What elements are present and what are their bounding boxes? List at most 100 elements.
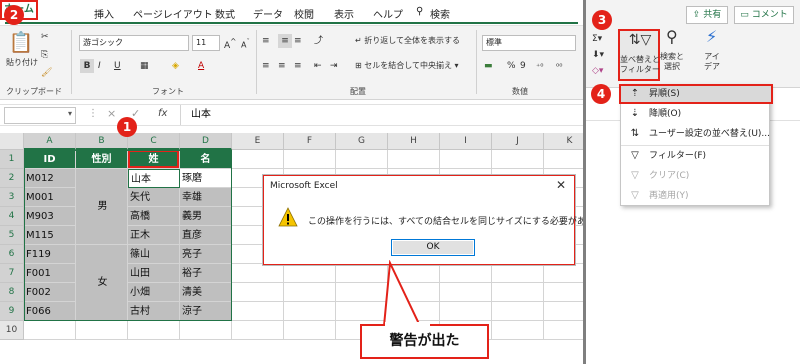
currency-icon[interactable]: ▬ <box>484 59 493 73</box>
empty-cell[interactable] <box>492 283 544 302</box>
percent-button[interactable]: % <box>507 59 516 73</box>
align-bottom-icon[interactable]: ≡ <box>294 34 302 48</box>
ok-button[interactable]: OK <box>391 239 475 256</box>
empty-cell[interactable] <box>180 321 232 340</box>
comma-button[interactable]: 9 <box>520 59 526 73</box>
table-cell[interactable]: F001 <box>24 264 76 283</box>
format-painter-icon[interactable]: 🖌 <box>41 66 52 80</box>
table-cell[interactable]: M903 <box>24 207 76 226</box>
tab-review[interactable]: 校閲 <box>294 6 314 21</box>
ideas-icon[interactable]: ⚡ <box>706 29 717 45</box>
function-icon[interactable]: fx <box>158 108 167 119</box>
row-header[interactable]: 4 <box>0 207 24 226</box>
table-cell[interactable]: 琢磨 <box>180 169 232 188</box>
table-cell[interactable]: 正木 <box>128 226 180 245</box>
row-header[interactable]: 6 <box>0 245 24 264</box>
tab-formulas[interactable]: 数式 <box>215 6 235 21</box>
menu-item-sort-ascending[interactable]: ⇡ 昇順(S) <box>619 84 773 104</box>
find-icon[interactable]: ⚲ <box>666 29 678 45</box>
align-center-icon[interactable]: ≡ <box>278 59 286 73</box>
empty-cell[interactable] <box>492 150 544 169</box>
table-cell[interactable]: 清美 <box>180 283 232 302</box>
increase-decimal-icon[interactable]: ⁺⁰ <box>536 60 543 74</box>
tab-help[interactable]: ヘルプ <box>373 6 403 21</box>
table-cell[interactable]: 高橋 <box>128 207 180 226</box>
column-header-g[interactable]: G <box>336 133 388 150</box>
cancel-icon[interactable]: × <box>107 107 116 120</box>
border-icon[interactable]: ▦ <box>140 59 149 73</box>
column-header-f[interactable]: F <box>284 133 336 150</box>
menu-item-custom-sort[interactable]: ⇅ ユーザー設定の並べ替え(U)... <box>621 124 770 144</box>
table-cell[interactable]: 義男 <box>180 207 232 226</box>
font-name-select[interactable]: 游ゴシック <box>79 35 189 51</box>
fill-icon[interactable]: ⬇▾ <box>592 48 604 62</box>
empty-cell[interactable] <box>284 302 336 321</box>
header-cell[interactable]: ID <box>24 150 76 169</box>
copy-icon[interactable]: ⎘ <box>41 48 48 62</box>
empty-cell[interactable] <box>492 302 544 321</box>
share-button[interactable]: ⇪ 共有 <box>686 6 728 24</box>
align-middle-icon[interactable]: ≡ <box>278 34 292 48</box>
column-header-i[interactable]: I <box>440 133 492 150</box>
table-cell[interactable]: 山本 <box>128 169 180 188</box>
table-cell[interactable]: F002 <box>24 283 76 302</box>
row-header[interactable]: 1 <box>0 150 24 169</box>
row-header[interactable]: 2 <box>0 169 24 188</box>
sort-filter-button[interactable]: ⇅▽ 並べ替えと フィルター <box>618 29 660 81</box>
row-header[interactable]: 7 <box>0 264 24 283</box>
table-cell[interactable]: M115 <box>24 226 76 245</box>
table-cell[interactable]: 亮子 <box>180 245 232 264</box>
table-cell[interactable]: 山田 <box>128 264 180 283</box>
table-cell[interactable]: M012 <box>24 169 76 188</box>
column-header-a[interactable]: A <box>24 133 76 150</box>
font-shrink-button[interactable]: Aˇ <box>241 35 250 53</box>
column-header-j[interactable]: J <box>492 133 544 150</box>
empty-cell[interactable] <box>492 264 544 283</box>
column-header-h[interactable]: H <box>388 133 440 150</box>
table-cell[interactable]: 裕子 <box>180 264 232 283</box>
orientation-icon[interactable]: ⤴ <box>314 34 323 48</box>
menu-item-filter[interactable]: ▽ フィルター(F) <box>621 146 769 166</box>
empty-cell[interactable] <box>284 321 336 340</box>
row-header[interactable]: 9 <box>0 302 24 321</box>
fill-color-icon[interactable]: ◈ <box>172 59 179 73</box>
empty-cell[interactable] <box>336 150 388 169</box>
number-format-select[interactable]: 標準 <box>482 35 576 51</box>
row-header[interactable]: 3 <box>0 188 24 207</box>
header-cell[interactable]: 名 <box>180 150 232 169</box>
table-cell[interactable]: 篠山 <box>128 245 180 264</box>
search-icon[interactable]: ⚲ <box>416 6 423 17</box>
empty-cell[interactable] <box>232 302 284 321</box>
empty-cell[interactable] <box>440 150 492 169</box>
tab-insert[interactable]: 挿入 <box>94 6 114 21</box>
formula-input[interactable]: 山本 <box>180 105 583 125</box>
autosum-icon[interactable]: Σ▾ <box>592 32 602 46</box>
table-cell[interactable]: 古村 <box>128 302 180 321</box>
merge-center-button[interactable]: ⊞ セルを結合して中央揃え ▾ <box>355 59 459 73</box>
table-cell[interactable]: F119 <box>24 245 76 264</box>
table-cell[interactable]: 矢代 <box>128 188 180 207</box>
clear-icon[interactable]: ◇▾ <box>592 64 603 78</box>
comment-button[interactable]: ▭ コメント <box>734 6 794 24</box>
empty-cell[interactable] <box>232 321 284 340</box>
tab-view[interactable]: 表示 <box>334 6 354 21</box>
ideas-label[interactable]: アイ デア <box>704 52 720 72</box>
empty-cell[interactable] <box>440 302 492 321</box>
name-box[interactable]: ▾ <box>4 107 76 124</box>
tab-page-layout[interactable]: ページレイアウト <box>133 6 213 21</box>
column-header-c[interactable]: C <box>128 133 180 150</box>
merged-cell[interactable]: 男 <box>76 169 128 245</box>
empty-cell[interactable] <box>76 321 128 340</box>
indent-icon[interactable]: ⇤ <box>314 59 322 73</box>
column-header-e[interactable]: E <box>232 133 284 150</box>
tab-search[interactable]: 検索 <box>430 6 450 21</box>
cut-icon[interactable]: ✂ <box>41 30 49 44</box>
outdent-icon[interactable]: ⇥ <box>330 59 338 73</box>
tab-data[interactable]: データ <box>253 6 283 21</box>
empty-cell[interactable] <box>232 283 284 302</box>
empty-cell[interactable] <box>440 264 492 283</box>
empty-cell[interactable] <box>232 264 284 283</box>
decrease-decimal-icon[interactable]: ⁰⁰ <box>556 60 562 74</box>
merged-cell[interactable]: 女 <box>76 245 128 321</box>
menu-item-sort-descending[interactable]: ⇣ 降順(O) <box>621 104 769 124</box>
